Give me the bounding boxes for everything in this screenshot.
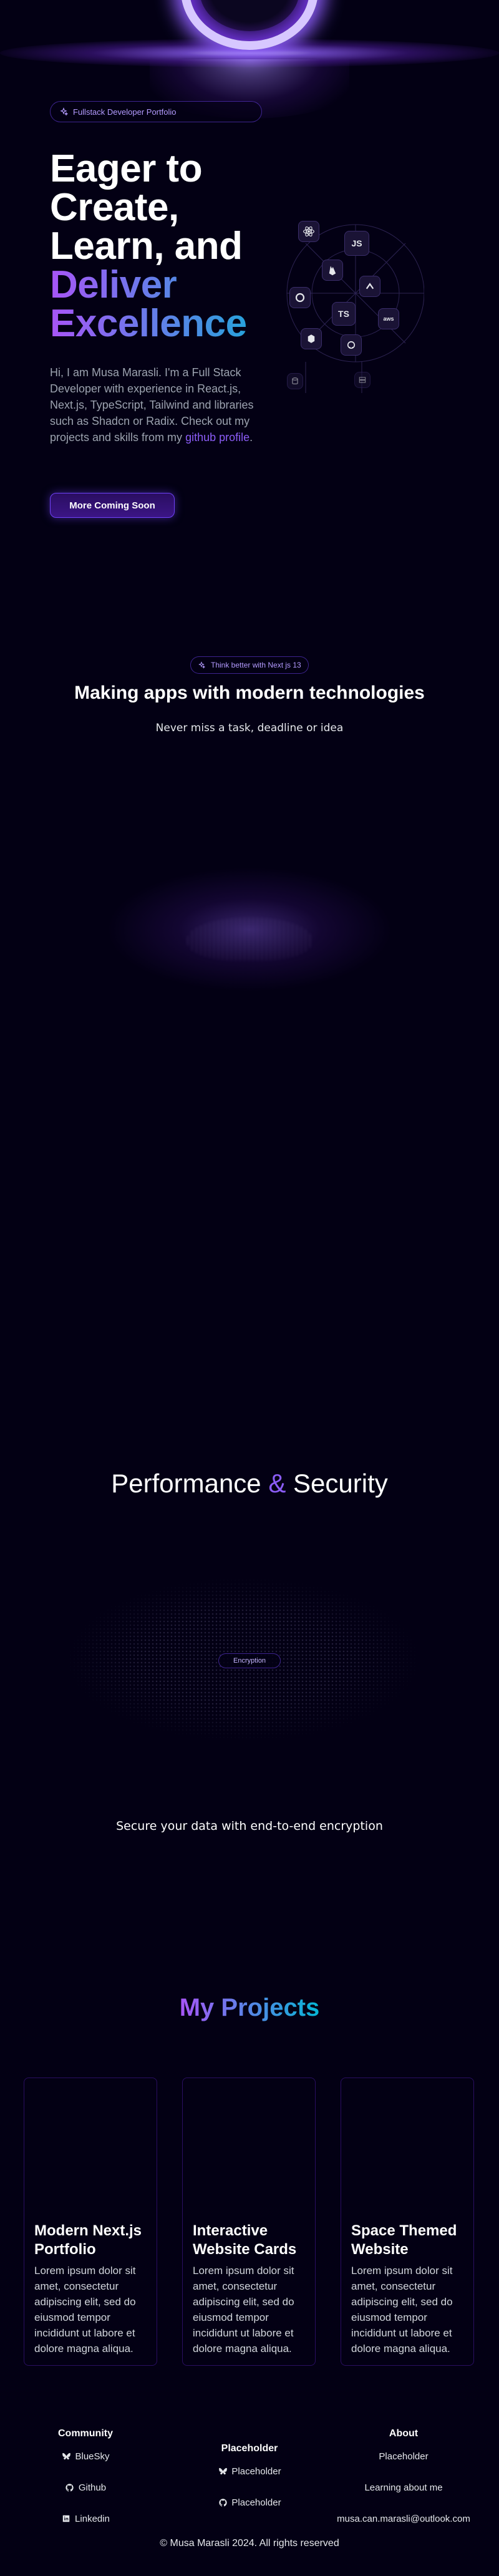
project-card-title: Modern Next.js Portfolio <box>34 2222 142 2258</box>
light-rays <box>187 917 312 961</box>
footer-link-label: Github <box>78 2482 107 2493</box>
project-card[interactable]: Space Themed Website Lorem ipsum dolor s… <box>341 2078 474 2366</box>
hero-description: Hi, I am Musa Marasli. I'm a Full Stack … <box>50 364 262 445</box>
footer-heading: Placeholder <box>221 2443 278 2454</box>
footer-link-label: Placeholder <box>231 2466 281 2477</box>
github-icon <box>341 334 362 356</box>
butterfly-icon <box>218 2466 228 2476</box>
project-card-title: Interactive Website Cards <box>193 2222 297 2258</box>
nextjs-badge: Think better with Next js 13 <box>190 656 309 674</box>
footer-heading: About <box>389 2428 419 2439</box>
server-icon <box>354 372 371 388</box>
ts-icon: TS <box>332 302 356 326</box>
hero-title-line: Learn, and <box>50 225 243 268</box>
footer-link-label: BlueSky <box>75 2451 110 2462</box>
github-icon <box>218 2497 228 2507</box>
projects-title: My Projects <box>0 1994 499 2022</box>
graphql-icon <box>301 328 322 349</box>
more-coming-soon-button[interactable]: More Coming Soon <box>50 493 175 518</box>
footer-link-github[interactable]: Github <box>7 2479 163 2496</box>
firebase-icon <box>322 260 343 281</box>
encryption-label: Encryption <box>218 1653 281 1668</box>
hero-title: Eager to Create, Learn, and Deliver Exce… <box>50 150 299 343</box>
footer-link-learning[interactable]: Learning about me <box>326 2479 482 2496</box>
hero-badge-label: Fullstack Developer Portfolio <box>73 107 177 117</box>
database-icon <box>287 373 303 389</box>
hero-title-line: Eager to <box>50 147 203 190</box>
linkedin-icon <box>61 2514 71 2524</box>
hero-title-highlight: Deliver <box>50 266 299 304</box>
github-profile-link[interactable]: github profile <box>185 431 250 444</box>
footer-link-email[interactable]: musa.can.marasli@outlook.com <box>326 2510 482 2527</box>
footer-link-about[interactable]: Placeholder <box>326 2448 482 2464</box>
project-card-title: Space Themed Website <box>351 2222 457 2258</box>
github-icon <box>65 2482 75 2492</box>
hero-description-end: . <box>250 431 253 444</box>
encryption-subtitle: Secure your data with end-to-end encrypt… <box>116 1819 383 1833</box>
projects-title-text: My Projects <box>179 1994 320 2021</box>
butterfly-icon <box>61 2451 71 2461</box>
copyright: © Musa Marasli 2024. All rights reserved <box>160 2538 339 2549</box>
footer-link-label: Placeholder <box>231 2497 281 2508</box>
react-icon <box>298 221 319 242</box>
project-card-text: Lorem ipsum dolor sit amet, consectetur … <box>193 2265 294 2355</box>
security-title-part1: Performance <box>111 1469 261 1498</box>
footer-placeholder-column: Placeholder Placeholder Placeholder <box>172 2443 327 2525</box>
nextjs-badge-label: Think better with Next js 13 <box>211 661 301 669</box>
hero-badge: Fullstack Developer Portfolio <box>50 101 262 122</box>
arrow-up-icon <box>359 276 380 297</box>
sparkles-icon <box>197 661 206 669</box>
footer-link-placeholder[interactable]: Placeholder <box>172 2463 327 2479</box>
hero-title-line: Create, <box>50 186 179 229</box>
project-card-text: Lorem ipsum dolor sit amet, consectetur … <box>34 2265 136 2355</box>
project-card[interactable]: Modern Next.js Portfolio Lorem ipsum dol… <box>24 2078 157 2366</box>
js-icon: JS <box>344 231 369 256</box>
footer-link-label: Linkedin <box>75 2513 110 2524</box>
aws-icon: aws <box>378 308 399 329</box>
security-title-ampersand: & <box>268 1469 286 1498</box>
section-subtitle: Never miss a task, deadline or idea <box>155 722 344 734</box>
tech-stack-illustration: JS TS aws <box>268 206 424 406</box>
project-card-text: Lorem ipsum dolor sit amet, consectetur … <box>351 2265 453 2355</box>
security-title-part2: Security <box>293 1469 388 1498</box>
footer-community-column: Community BlueSky Github Linkedin <box>7 2428 163 2542</box>
security-title: Performance & Security <box>0 1469 499 1499</box>
hero-title-highlight: Excellence <box>50 304 299 343</box>
footer-about-column: About Placeholder Learning about me musa… <box>326 2428 482 2542</box>
footer-link-bluesky[interactable]: BlueSky <box>7 2448 163 2464</box>
project-card[interactable]: Interactive Website Cards Lorem ipsum do… <box>182 2078 316 2366</box>
footer-link-linkedin[interactable]: Linkedin <box>7 2510 163 2527</box>
sparkles-icon <box>59 107 68 116</box>
footer-heading: Community <box>58 2428 113 2439</box>
section-title: Making apps with modern technologies <box>74 683 425 703</box>
circle-ring-icon <box>289 287 311 308</box>
footer-link-placeholder[interactable]: Placeholder <box>172 2494 327 2510</box>
